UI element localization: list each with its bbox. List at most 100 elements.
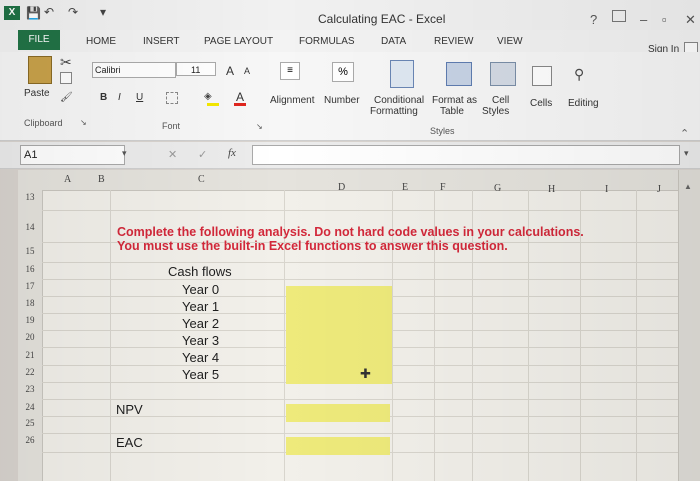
cells-icon[interactable] <box>532 66 552 86</box>
name-box[interactable]: A1 <box>20 145 125 165</box>
minimize-icon[interactable]: – <box>640 12 647 27</box>
copy-icon[interactable] <box>60 72 72 84</box>
collapse-ribbon-icon[interactable]: ⌃ <box>680 127 689 140</box>
tab-review[interactable]: REVIEW <box>434 36 473 47</box>
paste-button[interactable]: Paste <box>24 88 50 99</box>
enter-entry-icon[interactable]: ✓ <box>198 148 207 161</box>
row-header-17[interactable]: 17 <box>20 281 40 291</box>
cancel-entry-icon[interactable]: ✕ <box>168 148 177 161</box>
eac-input-cell[interactable] <box>286 437 390 455</box>
col-header-a[interactable]: A <box>64 174 71 185</box>
row-header-18[interactable]: 18 <box>20 298 40 308</box>
col-header-d[interactable]: D <box>338 182 345 193</box>
name-box-dropdown-icon[interactable]: ▾ <box>122 148 127 159</box>
col-header-i[interactable]: I <box>605 184 608 195</box>
font-launcher-icon[interactable]: ↘ <box>256 122 263 131</box>
formula-input[interactable] <box>252 145 680 165</box>
format-painter-icon[interactable]: 🖌 <box>60 92 73 103</box>
col-header-g[interactable]: G <box>494 183 501 194</box>
tab-formulas[interactable]: FORMULAS <box>299 36 355 47</box>
restore-icon[interactable]: ▫ <box>662 12 667 27</box>
row-header-15[interactable]: 15 <box>20 246 40 256</box>
year-3-label-cell[interactable]: Year 3 <box>182 333 219 348</box>
tab-data[interactable]: DATA <box>381 36 406 47</box>
format-as-table-label1[interactable]: Format as <box>432 95 477 106</box>
col-header-b[interactable]: B <box>98 174 105 185</box>
editing-button[interactable]: Editing <box>568 98 599 109</box>
tab-view[interactable]: VIEW <box>497 36 523 47</box>
save-icon[interactable]: 💾 <box>26 6 41 20</box>
font-size-box[interactable]: 11 <box>176 62 216 76</box>
conditional-formatting-label1[interactable]: Conditional <box>374 95 424 106</box>
conditional-formatting-icon[interactable] <box>390 60 414 88</box>
customize-qat-icon[interactable]: ▾ <box>100 5 106 19</box>
year-2-label-cell[interactable]: Year 2 <box>182 316 219 331</box>
year-5-label-cell[interactable]: Year 5 <box>182 367 219 382</box>
tab-insert[interactable]: INSERT <box>143 36 180 47</box>
alignment-button[interactable]: Alignment <box>270 95 314 106</box>
tab-file[interactable]: FILE <box>18 30 60 50</box>
col-header-c[interactable]: C <box>198 174 205 185</box>
tab-page-layout[interactable]: PAGE LAYOUT <box>204 36 273 47</box>
tab-home[interactable]: HOME <box>86 36 116 47</box>
borders-icon[interactable] <box>166 92 178 104</box>
cell-styles-icon[interactable] <box>490 62 516 86</box>
conditional-formatting-label2[interactable]: Formatting <box>370 106 418 117</box>
bold-button[interactable]: B <box>100 92 107 103</box>
underline-button[interactable]: U <box>136 92 143 103</box>
npv-input-cell[interactable] <box>286 404 390 422</box>
cell-styles-label2[interactable]: Styles <box>482 106 509 117</box>
row-header-13[interactable]: 13 <box>20 192 40 202</box>
row-header-24[interactable]: 24 <box>20 402 40 412</box>
grow-font-button[interactable]: A <box>226 64 234 78</box>
font-color-button[interactable]: A <box>236 90 244 104</box>
scroll-up-icon[interactable]: ▲ <box>684 182 692 191</box>
cell-styles-label1[interactable]: Cell <box>492 95 509 106</box>
ribbon-display-icon[interactable] <box>612 10 626 22</box>
number-format-icon[interactable]: % <box>332 62 354 82</box>
fill-color-icon[interactable]: ◈ <box>204 91 218 103</box>
alignment-icon[interactable]: ≡ <box>280 62 300 80</box>
col-header-e[interactable]: E <box>402 182 408 193</box>
format-as-table-icon[interactable] <box>446 62 472 86</box>
font-group-label: Font <box>162 121 181 131</box>
number-button[interactable]: Number <box>324 95 360 106</box>
cells-button[interactable]: Cells <box>530 98 552 109</box>
clipboard-launcher-icon[interactable]: ↘ <box>80 118 87 127</box>
row-header-21[interactable]: 21 <box>20 350 40 360</box>
row-header-16[interactable]: 16 <box>20 264 40 274</box>
year-0-label-cell[interactable]: Year 0 <box>182 282 219 297</box>
cash-flows-header-cell[interactable]: Cash flows <box>168 264 232 279</box>
cut-icon[interactable]: ✂ <box>60 54 72 71</box>
eac-label-cell[interactable]: EAC <box>116 435 143 450</box>
instruction-line-1[interactable]: Complete the following analysis. Do not … <box>117 225 584 239</box>
year-4-label-cell[interactable]: Year 4 <box>182 350 219 365</box>
paste-clipboard-icon[interactable] <box>28 56 52 84</box>
row-header-26[interactable]: 26 <box>20 435 40 445</box>
row-header-14[interactable]: 14 <box>20 222 40 232</box>
row-header-23[interactable]: 23 <box>20 384 40 394</box>
row-header-19[interactable]: 19 <box>20 315 40 325</box>
instruction-line-2[interactable]: You must use the built-in Excel function… <box>117 239 508 253</box>
col-header-j[interactable]: J <box>657 184 661 195</box>
redo-icon[interactable]: ↷ <box>68 5 78 19</box>
row-header-20[interactable]: 20 <box>20 332 40 342</box>
col-header-h[interactable]: H <box>548 184 555 195</box>
row-header-25[interactable]: 25 <box>20 418 40 428</box>
row-header-22[interactable]: 22 <box>20 367 40 377</box>
shrink-font-button[interactable]: A <box>244 66 250 76</box>
insert-function-button[interactable]: fx <box>228 147 236 159</box>
year-1-label-cell[interactable]: Year 1 <box>182 299 219 314</box>
vertical-scrollbar[interactable] <box>678 170 700 481</box>
font-name-box[interactable]: Calibri <box>92 62 176 78</box>
expand-formula-bar-icon[interactable]: ▾ <box>684 148 689 159</box>
undo-icon[interactable]: ↶ <box>44 5 54 19</box>
cash-flow-input-range[interactable] <box>286 286 392 384</box>
binoculars-icon[interactable]: ⚲ <box>574 66 584 83</box>
italic-button[interactable]: I <box>118 92 121 103</box>
help-icon[interactable]: ? <box>590 12 597 27</box>
format-as-table-label2[interactable]: Table <box>440 106 464 117</box>
col-header-f[interactable]: F <box>440 182 446 193</box>
npv-label-cell[interactable]: NPV <box>116 402 143 417</box>
close-icon[interactable]: ✕ <box>685 12 696 28</box>
